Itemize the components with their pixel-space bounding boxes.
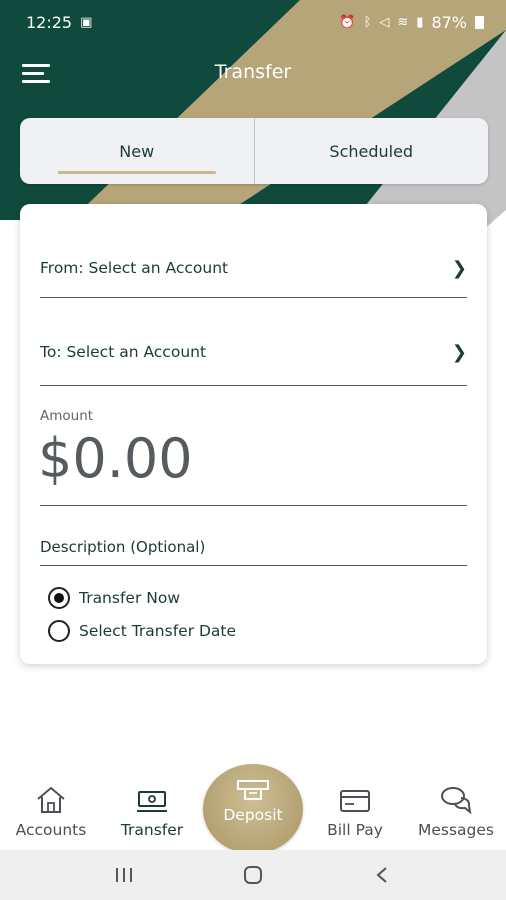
nav-messages-label: Messages	[417, 821, 494, 839]
bluetooth-icon: ᛒ	[363, 14, 372, 30]
tab-scheduled-label: Scheduled	[329, 141, 414, 161]
money-transfer-icon	[137, 791, 167, 812]
atm-deposit-icon	[237, 780, 269, 800]
amount-divider	[40, 505, 467, 506]
alarm-icon: ⏰	[339, 14, 356, 30]
gallery-notification-icon: ▣	[80, 14, 93, 30]
app-header: Transfer	[0, 44, 506, 102]
nav-transfer[interactable]: Transfer	[112, 780, 192, 850]
description-divider	[40, 565, 467, 566]
chat-bubbles-icon	[441, 787, 472, 815]
from-divider	[40, 297, 467, 298]
from-account-selector[interactable]: From: Select an Account ❯	[40, 248, 467, 288]
radio-selected-icon[interactable]	[48, 587, 70, 609]
home-icon	[37, 786, 65, 813]
tab-new-label: New	[119, 141, 155, 161]
nav-transfer-label: Transfer	[120, 821, 184, 839]
nav-messages[interactable]: Messages	[410, 780, 502, 850]
tab-scheduled[interactable]: Scheduled	[253, 118, 489, 184]
tab-new[interactable]: New	[20, 118, 254, 184]
select-transfer-date-label: Select Transfer Date	[79, 622, 237, 640]
transfer-form-card: From: Select an Account ❯ To: Select an …	[20, 204, 487, 664]
back-icon[interactable]	[362, 860, 402, 890]
deposit-button[interactable]: Deposit	[203, 764, 303, 854]
from-account-label: From: Select an Account	[40, 259, 229, 277]
amount-label: Amount	[40, 408, 94, 424]
transfer-now-label: Transfer Now	[79, 589, 181, 607]
to-account-selector[interactable]: To: Select an Account ❯	[40, 332, 467, 372]
page-title: Transfer	[214, 61, 292, 83]
system-navigation-bar	[0, 850, 506, 900]
bill-icon	[340, 790, 370, 812]
nav-bill-pay-label: Bill Pay	[327, 821, 383, 839]
to-divider	[40, 385, 467, 386]
nav-deposit-label: Deposit	[223, 806, 283, 824]
mute-icon: ◁	[379, 14, 390, 30]
battery-icon	[475, 15, 484, 29]
transfer-tabs: New Scheduled	[20, 118, 488, 184]
signal-icon: ▮	[416, 14, 424, 30]
nav-bill-pay[interactable]: Bill Pay	[318, 780, 392, 850]
transfer-now-option[interactable]: Transfer Now	[48, 587, 180, 609]
status-time: 12:25	[26, 12, 73, 32]
nav-accounts-label: Accounts	[15, 821, 87, 839]
to-account-label: To: Select an Account	[40, 343, 207, 361]
chevron-right-icon: ❯	[451, 341, 467, 363]
chevron-right-icon: ❯	[451, 257, 467, 279]
select-transfer-date-option[interactable]: Select Transfer Date	[48, 620, 236, 642]
home-button-icon[interactable]	[233, 860, 273, 890]
battery-percent: 87%	[431, 12, 467, 32]
amount-input[interactable]	[38, 426, 458, 490]
description-input[interactable]	[40, 534, 460, 560]
wifi-icon: ≋	[397, 14, 409, 30]
nav-accounts[interactable]: Accounts	[10, 780, 92, 850]
recent-apps-icon[interactable]	[104, 860, 144, 890]
active-tab-indicator	[58, 171, 216, 174]
radio-unselected-icon[interactable]	[48, 620, 70, 642]
status-bar: 12:25 ▣ ⏰ ᛒ ◁ ≋ ▮ 87%	[0, 0, 506, 44]
